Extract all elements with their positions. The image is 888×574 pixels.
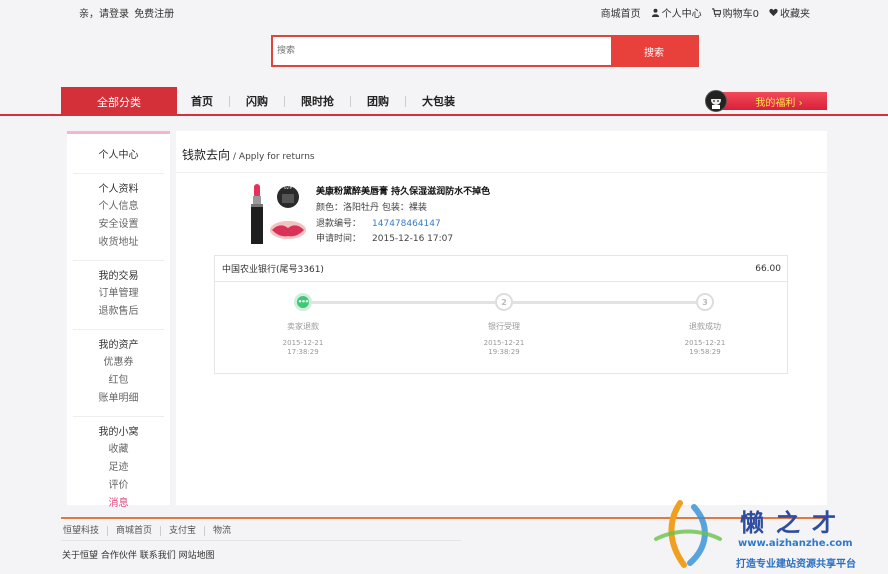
footer-link-company[interactable]: 恒望科技 [63, 526, 109, 536]
step-refund-success: 3 退款成功 2015-12-21 19:58:29 [655, 293, 755, 357]
refund-bank: 中国农业银行(尾号3361) [222, 265, 324, 275]
mall-home-link[interactable]: 商城首页 [601, 5, 641, 20]
watermark: 懒之才 www.aizhanzhe.com 打造专业建站资源共享平台 [650, 499, 888, 574]
sidebar-group-assets: 我的资产 优惠券 红包 账单明细 [73, 330, 164, 417]
step-label: 退款成功 [689, 322, 721, 331]
product-image[interactable]: 02# [248, 182, 310, 246]
login-prompt: 亲，请登录 免费注册 [79, 5, 176, 20]
watermark-logo-icon [654, 500, 722, 568]
footer-link-home[interactable]: 商城首页 [108, 526, 162, 536]
sidebar-item-refunds[interactable]: 退款售后 [73, 303, 164, 321]
sidebar-item-favorites[interactable]: 收藏 [73, 441, 164, 459]
sidebar-group-heading: 我的资产 [98, 340, 139, 351]
watermark-url: www.aizhanzhe.com [738, 538, 853, 549]
sidebar-item-personal-info[interactable]: 个人信息 [73, 198, 164, 216]
footer-bottom-links[interactable]: 关于恒望 合作伙伴 联系我们 网站地图 [62, 548, 215, 561]
sidebar-group-heading: 我的小窝 [98, 427, 139, 438]
sidebar-group-heading: 我的交易 [98, 271, 139, 282]
sidebar-item-address[interactable]: 收货地址 [73, 234, 164, 252]
user-center-link[interactable]: 个人中心 [651, 5, 702, 20]
sidebar-group-trade: 我的交易 订单管理 退款售后 [73, 261, 164, 330]
sidebar-item-red-packets[interactable]: 红包 [73, 372, 164, 390]
step-number-icon: 2 [495, 293, 513, 311]
sidebar-item-orders[interactable]: 订单管理 [73, 285, 164, 303]
step-label: 卖家退款 [287, 322, 319, 331]
apply-time-label: 申请时间： [316, 234, 362, 244]
sidebar-item-coupons[interactable]: 优惠券 [73, 354, 164, 372]
page-subtitle: / Apply for returns [233, 152, 315, 162]
search-bar: 搜索 [271, 35, 699, 67]
sidebar: 个人中心 个人资料 个人信息 安全设置 收货地址 我的交易 订单管理 退款售后 … [67, 131, 170, 509]
main-panel: 钱款去向 / Apply for returns 02# 美康粉黛醉美唇膏 持久… [176, 131, 827, 505]
avatar [705, 90, 727, 112]
product-image-badge: 02# [284, 185, 293, 190]
sidebar-group-heading: 个人资料 [98, 184, 139, 195]
search-input[interactable] [273, 37, 611, 65]
sidebar-item-reviews[interactable]: 评价 [73, 477, 164, 495]
cart-icon [711, 8, 721, 17]
footer-links: 恒望科技 商城首页 支付宝 物流 [63, 526, 239, 536]
page-title-text: 钱款去向 [182, 148, 231, 162]
footer-sub-divider [61, 540, 461, 541]
nav-item-flash-sale[interactable]: 闪购 [230, 96, 285, 107]
main-nav: 全部分类 首页 闪购 限时抢 团购 大包装 我的福利 › [0, 87, 888, 116]
sidebar-group-profile: 个人资料 个人信息 安全设置 收货地址 [73, 174, 164, 261]
apply-time-row: 申请时间： 2015-12-16 17:07 [316, 231, 453, 244]
login-link[interactable]: 亲，请登录 [79, 9, 129, 20]
nav-item-group-buy[interactable]: 团购 [351, 96, 406, 107]
step-time: 2015-12-21 17:38:29 [282, 339, 324, 356]
top-bar: 亲，请登录 免费注册 商城首页 个人中心 购物车0 收藏夹 [0, 0, 888, 22]
sidebar-title: 个人中心 [73, 146, 164, 174]
register-link[interactable]: 免费注册 [134, 9, 174, 20]
refund-amount: 66.00 [755, 263, 781, 274]
step-done-icon: ••• [294, 293, 312, 311]
sidebar-item-footprints[interactable]: 足迹 [73, 459, 164, 477]
step-seller-refund: ••• 卖家退款 2015-12-21 17:38:29 [253, 293, 353, 357]
refund-number-row: 退款编号： 147478464147 [316, 216, 441, 229]
top-links: 商城首页 个人中心 购物车0 收藏夹 [601, 5, 810, 20]
user-icon [651, 8, 660, 17]
my-welfare-label: 我的福利 › [719, 92, 827, 110]
step-bank-accepted: 2 银行受理 2015-12-21 19:38:29 [454, 293, 554, 357]
nav-item-limited[interactable]: 限时抢 [285, 96, 351, 107]
page-title: 钱款去向 / Apply for returns [182, 146, 315, 163]
divider [176, 172, 827, 173]
cart-link[interactable]: 购物车0 [711, 5, 759, 20]
apply-time-value: 2015-12-16 17:07 [372, 234, 454, 244]
refund-number-value[interactable]: 147478464147 [372, 219, 441, 229]
favorites-link[interactable]: 收藏夹 [769, 5, 810, 20]
sidebar-group-nest: 我的小窝 收藏 足迹 评价 消息 [73, 417, 164, 521]
refund-progress-box: 中国农业银行(尾号3361) 66.00 ••• 卖家退款 2015-12-21… [214, 255, 788, 374]
sidebar-item-messages[interactable]: 消息 [73, 495, 164, 513]
product-spec: 颜色：洛阳牡丹 包装：裸装 [316, 203, 427, 213]
refund-number-label: 退款编号： [316, 219, 362, 229]
step-time: 2015-12-21 19:58:29 [684, 339, 726, 356]
footer-link-logistics[interactable]: 物流 [205, 526, 239, 536]
step-number-icon: 3 [696, 293, 714, 311]
nav-item-home[interactable]: 首页 [180, 96, 230, 107]
watermark-slogan: 打造专业建站资源共享平台 [736, 559, 856, 570]
all-categories-button[interactable]: 全部分类 [61, 87, 177, 116]
heart-icon [769, 8, 778, 17]
watermark-brand: 懒之才 [740, 508, 848, 537]
search-button[interactable]: 搜索 [611, 37, 697, 65]
sidebar-item-security[interactable]: 安全设置 [73, 216, 164, 234]
footer-link-alipay[interactable]: 支付宝 [161, 526, 206, 536]
refund-bank-row: 中国农业银行(尾号3361) 66.00 [215, 256, 787, 282]
step-time: 2015-12-21 19:38:29 [483, 339, 525, 356]
nav-links: 首页 闪购 限时抢 团购 大包装 [180, 87, 471, 116]
sidebar-item-bills[interactable]: 账单明细 [73, 390, 164, 408]
my-welfare-button[interactable]: 我的福利 › [705, 90, 827, 112]
product-name[interactable]: 美康粉黛醉美唇膏 持久保湿滋润防水不掉色 [316, 184, 490, 197]
avatar-face-icon [711, 95, 721, 109]
refund-steps: ••• 卖家退款 2015-12-21 17:38:29 2 银行受理 2015-… [215, 282, 787, 374]
nav-item-bulk[interactable]: 大包装 [406, 96, 471, 107]
step-label: 银行受理 [488, 322, 520, 331]
